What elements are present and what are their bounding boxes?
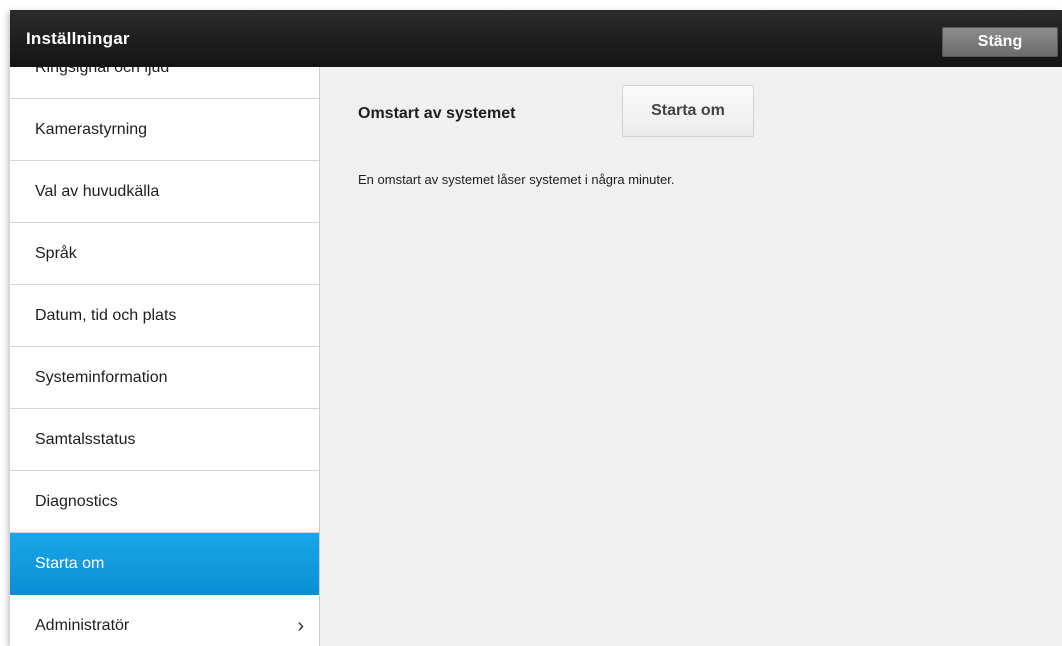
sidebar-item-ringtone-and-sound[interactable]: Ringsignal och ljud [10, 67, 319, 99]
sidebar-item-label: Kamerastyrning [35, 120, 148, 138]
sidebar[interactable]: Ringsignal och ljud Kamerastyrning Val a… [10, 67, 320, 646]
restart-system-label: Omstart av systemet [358, 105, 516, 122]
sidebar-item-label: Ringsignal och ljud [35, 67, 170, 76]
sidebar-item-label: Datum, tid och plats [35, 306, 177, 324]
sidebar-item-camera-control[interactable]: Kamerastyrning [10, 99, 319, 161]
sidebar-item-label: Administratör [35, 616, 130, 634]
sidebar-item-restart[interactable]: Starta om [10, 533, 319, 595]
sidebar-item-label: Diagnostics [35, 492, 118, 510]
restart-description: En omstart av systemet låser systemet i … [358, 172, 675, 187]
sidebar-item-diagnostics[interactable]: Diagnostics [10, 471, 319, 533]
sidebar-item-label: Starta om [35, 554, 105, 572]
main-content: Omstart av systemet Starta om En omstart… [321, 67, 1062, 646]
sidebar-item-label: Språk [35, 244, 77, 262]
sidebar-item-label: Systeminformation [35, 368, 168, 386]
sidebar-item-call-status[interactable]: Samtalsstatus [10, 409, 319, 471]
sidebar-item-label: Val av huvudkälla [35, 182, 160, 200]
sidebar-item-label: Samtalsstatus [35, 430, 136, 448]
settings-window: Inställningar Stäng Ringsignal och ljud … [10, 10, 1062, 646]
sidebar-item-administrator[interactable]: Administratör › [10, 595, 319, 646]
chevron-right-icon: › [297, 614, 304, 637]
window-title: Inställningar [26, 29, 130, 48]
close-button[interactable]: Stäng [942, 27, 1058, 57]
sidebar-item-system-information[interactable]: Systeminformation [10, 347, 319, 409]
sidebar-item-main-source[interactable]: Val av huvudkälla [10, 161, 319, 223]
sidebar-item-language[interactable]: Språk [10, 223, 319, 285]
restart-button[interactable]: Starta om [622, 85, 754, 137]
title-bar: Inställningar Stäng [10, 10, 1062, 67]
sidebar-item-date-time-location[interactable]: Datum, tid och plats [10, 285, 319, 347]
sidebar-list: Ringsignal och ljud Kamerastyrning Val a… [10, 67, 319, 646]
